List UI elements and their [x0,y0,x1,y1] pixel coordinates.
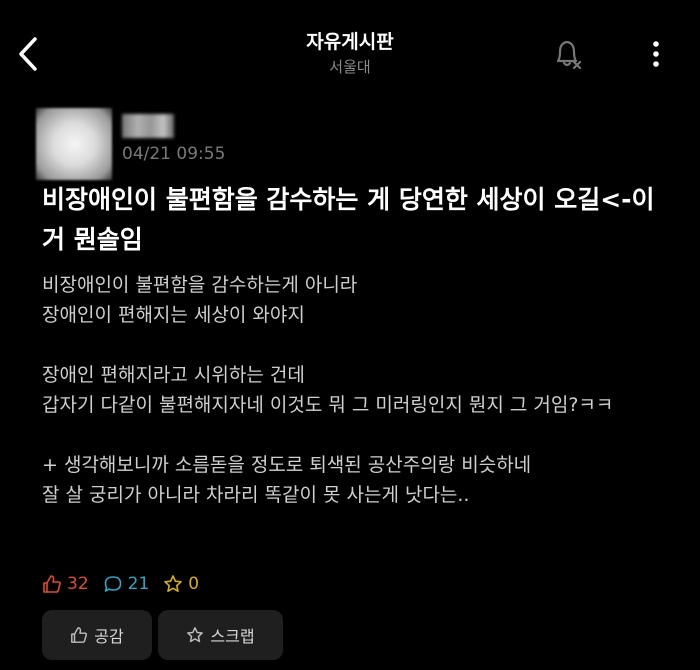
post-body: 비장애인이 불편함을 감수하는게 아니라 장애인이 편해지는 세상이 와야지 장… [42,274,614,506]
board-title: 자유게시판 [306,31,394,53]
comment-count: 21 [103,574,150,594]
post-title: 비장애인이 불편함을 감수하는 게 당연한 세상이 오길<-이거 뭔솔임 [42,185,655,254]
like-button[interactable]: 공감 [42,610,152,660]
more-options-button[interactable] [640,34,672,74]
star-icon [164,575,183,592]
scrap-count: 0 [163,574,199,594]
scrap-button-label: 스크랩 [210,627,255,646]
header: 자유게시판 서울대 [0,0,700,105]
avatar[interactable] [36,108,112,180]
author-info: 04/21 09:55 [36,108,636,180]
thumbs-up-icon [43,575,61,593]
more-vertical-icon [653,41,659,67]
scrap-count-value: 0 [188,574,200,594]
bell-off-icon [556,40,582,70]
header-titles: 자유게시판 서울대 [0,30,700,78]
post-stats: 32 21 0 [42,570,213,598]
star-icon [187,627,204,643]
like-count-value: 32 [67,574,89,594]
like-button-label: 공감 [94,627,124,646]
notification-button[interactable] [550,34,590,74]
school-name: 서울대 [329,58,371,76]
comment-count-value: 21 [127,574,150,594]
scrap-button[interactable]: 스크랩 [158,610,283,660]
author-name-blurred [122,114,174,138]
thumbs-up-icon [71,627,88,643]
like-count: 32 [42,574,89,594]
speech-bubble-icon [104,576,121,592]
post-date: 04/21 09:55 [122,144,226,164]
